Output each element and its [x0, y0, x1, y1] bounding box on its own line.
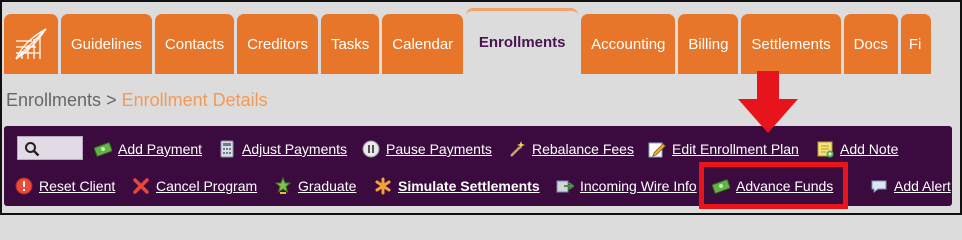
simulate-settlements-button[interactable]: Simulate Settlements: [374, 177, 540, 195]
simulate-settlements-label: Simulate Settlements: [398, 178, 540, 194]
tab-enrollments[interactable]: Enrollments: [466, 8, 579, 74]
tab-billing[interactable]: Billing: [678, 14, 739, 74]
pause-payments-button[interactable]: Pause Payments: [362, 140, 492, 158]
reset-client-button[interactable]: Reset Client: [15, 177, 115, 195]
breadcrumb: Enrollments > Enrollment Details: [6, 90, 268, 111]
add-note-button[interactable]: Add Note: [816, 140, 898, 158]
search-icon: [25, 142, 40, 157]
rebalance-fees-button[interactable]: Rebalance Fees: [508, 140, 634, 158]
add-payment-label: Add Payment: [118, 141, 203, 157]
tab-accounting[interactable]: Accounting: [581, 14, 676, 74]
cancel-icon: [133, 178, 149, 194]
tab-contacts[interactable]: Contacts: [154, 14, 235, 74]
breadcrumb-parent[interactable]: Enrollments: [6, 90, 101, 110]
logo-icon: [15, 28, 47, 60]
alert-icon: [15, 177, 33, 195]
edit-enrollment-plan-button[interactable]: Edit Enrollment Plan: [648, 140, 799, 158]
asterisk-icon: [375, 177, 391, 195]
add-payment-button[interactable]: Add Payment: [94, 140, 202, 158]
annotation-highlight-box: [699, 162, 848, 209]
adjust-payments-button[interactable]: Adjust Payments: [218, 140, 347, 158]
tab-docs[interactable]: Docs: [843, 14, 898, 74]
incoming-wire-info-label: Incoming Wire Info: [580, 178, 697, 194]
tab-calendar[interactable]: Calendar: [382, 14, 464, 74]
magic-wand-icon: [510, 141, 525, 157]
tab-guidelines[interactable]: Guidelines: [61, 14, 152, 74]
chat-icon: [871, 180, 887, 193]
breadcrumb-separator: >: [106, 90, 117, 110]
add-note-label: Add Note: [840, 141, 899, 157]
main-nav-tabs: Guidelines Contacts Creditors Tasks Cale…: [4, 8, 960, 74]
search-input[interactable]: [17, 136, 83, 160]
pause-payments-label: Pause Payments: [386, 141, 492, 157]
logo-tab[interactable]: [4, 14, 58, 74]
graduate-button[interactable]: Graduate: [274, 177, 356, 195]
rebalance-fees-label: Rebalance Fees: [532, 141, 634, 157]
pause-icon: [362, 140, 380, 158]
adjust-payments-label: Adjust Payments: [242, 141, 348, 157]
breadcrumb-current: Enrollment Details: [121, 90, 268, 110]
cancel-program-label: Cancel Program: [156, 178, 258, 194]
edit-enrollment-plan-label: Edit Enrollment Plan: [672, 141, 799, 157]
note-icon: [817, 141, 834, 158]
money-icon: [94, 142, 112, 157]
tab-fi-truncated[interactable]: Fi: [900, 14, 931, 74]
annotation-arrow-icon: [738, 71, 798, 133]
add-alert-label: Add Alert: [894, 178, 951, 194]
tab-tasks[interactable]: Tasks: [320, 14, 380, 74]
cancel-program-button[interactable]: Cancel Program: [132, 177, 257, 195]
calculator-icon: [220, 140, 234, 158]
graduate-label: Graduate: [298, 178, 357, 194]
wire-icon: [556, 180, 574, 193]
add-alert-button[interactable]: Add Alert: [870, 177, 951, 195]
tab-settlements[interactable]: Settlements: [741, 14, 841, 74]
edit-icon: [648, 142, 666, 158]
graduate-icon: [274, 177, 292, 194]
tab-creditors[interactable]: Creditors: [237, 14, 318, 74]
app-window: Guidelines Contacts Creditors Tasks Cale…: [0, 0, 962, 215]
reset-client-label: Reset Client: [39, 178, 116, 194]
incoming-wire-info-button[interactable]: Incoming Wire Info: [556, 177, 697, 195]
